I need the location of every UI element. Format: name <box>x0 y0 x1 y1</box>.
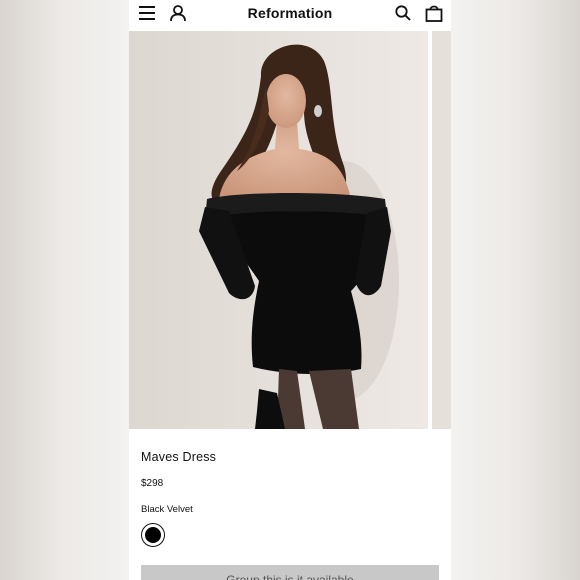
product-details: Maves Dress $298 Black Velvet Group this… <box>129 430 451 580</box>
product-price: $298 <box>141 478 164 489</box>
bag-icon[interactable] <box>424 3 444 23</box>
availability-button[interactable]: Group this is it available <box>141 565 439 580</box>
product-title: Maves Dress <box>141 450 217 464</box>
swatch-fill <box>144 526 161 543</box>
model-photo-illustration <box>129 31 428 429</box>
app-screen: Reformation Maves Dress $298 Black Velve… <box>129 0 451 580</box>
selected-color-label: Black Velvet <box>141 504 193 515</box>
search-icon[interactable] <box>394 4 412 22</box>
color-swatch-black-velvet[interactable] <box>141 523 165 547</box>
top-nav-bar: Reformation <box>129 0 451 30</box>
product-photo[interactable] <box>129 31 428 429</box>
product-image-carousel[interactable] <box>129 31 451 429</box>
next-photo-preview[interactable] <box>432 31 451 429</box>
